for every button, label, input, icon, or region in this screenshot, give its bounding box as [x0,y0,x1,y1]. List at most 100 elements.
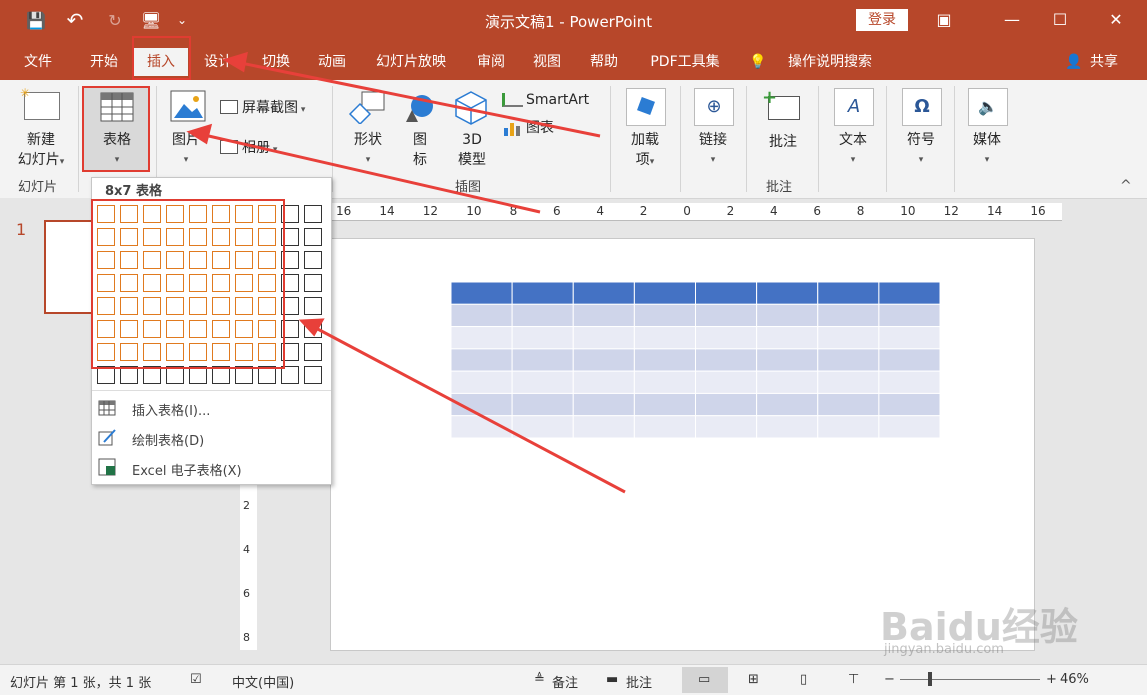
tab-view[interactable]: 视图 [524,48,570,76]
table-cell[interactable] [817,348,880,372]
zoom-in-icon[interactable]: + [1046,672,1057,687]
table-grid-cell[interactable] [304,297,322,315]
table-cell[interactable] [451,326,513,350]
table-header-cell[interactable] [756,282,819,305]
table-grid-cell[interactable] [304,251,322,269]
share-button[interactable]: 共享 [1086,48,1122,76]
table-cell[interactable] [695,303,758,328]
table-cell[interactable] [695,326,758,350]
comment-button[interactable]: 批注 [760,132,806,152]
table-grid-cell[interactable] [304,343,322,361]
table-cell[interactable] [817,326,880,350]
table-cell[interactable] [511,415,574,438]
tab-file[interactable]: 文件 [14,48,62,76]
notes-button[interactable]: 备注 [552,672,578,691]
shapes-button[interactable]: 形状 ▾ [346,130,390,170]
ribbon-display-icon[interactable]: ▣ [922,6,966,34]
table-cell[interactable] [572,348,635,372]
chart-button[interactable]: 图表 [526,118,554,138]
table-cell[interactable] [817,370,880,394]
table-cell[interactable] [511,370,574,394]
menu-excel-spreadsheet[interactable]: Excel 电子表格(X) [132,460,242,479]
slide-table[interactable] [451,282,940,438]
menu-draw-table[interactable]: 绘制表格(D) [132,430,204,449]
images-button[interactable]: 图片 ▾ [166,130,206,170]
zoom-level[interactable]: 46% [1060,672,1089,687]
undo-icon[interactable]: ↶ [60,8,90,32]
table-cell[interactable] [756,392,819,417]
tell-me-search[interactable]: 操作说明搜索 [780,48,880,76]
screenshot-button[interactable]: 屏幕截图 ▾ [242,98,305,120]
zoom-slider[interactable] [900,679,1040,680]
table-cell[interactable] [511,392,574,417]
table-cell[interactable] [878,303,940,328]
table-grid-cell[interactable] [304,274,322,292]
table-header-cell[interactable] [817,282,880,305]
tab-help[interactable]: 帮助 [580,48,628,76]
tab-design[interactable]: 设计 [194,48,242,76]
table-header-cell[interactable] [695,282,758,305]
table-cell[interactable] [756,415,819,438]
table-cell[interactable] [878,370,940,394]
present-icon[interactable]: 🖥 [138,8,164,32]
table-cell[interactable] [572,326,635,350]
symbol-button[interactable]: 符号 ▾ [898,130,944,170]
table-cell[interactable] [572,415,635,438]
table-cell[interactable] [572,370,635,394]
table-cell[interactable] [633,415,696,438]
table-grid-cell[interactable] [304,228,322,246]
table-cell[interactable] [451,370,513,394]
table-cell[interactable] [878,415,940,438]
slide-sorter-icon[interactable]: ⊞ [748,672,759,687]
zoom-thumb[interactable] [928,672,932,686]
login-button[interactable]: 登录 [856,9,908,31]
tab-home[interactable]: 开始 [80,48,128,76]
table-header-cell[interactable] [451,282,513,305]
table-cell[interactable] [633,348,696,372]
table-cell[interactable] [633,303,696,328]
table-cell[interactable] [878,326,940,350]
table-cell[interactable] [633,392,696,417]
table-cell[interactable] [572,392,635,417]
table-cell[interactable] [511,303,574,328]
table-cell[interactable] [511,348,574,372]
reading-view-icon[interactable]: ▯ [800,672,807,687]
tell-me-icon[interactable]: 💡 [748,48,768,76]
table-header-cell[interactable] [878,282,940,305]
share-icon[interactable]: 👤 [1064,48,1084,76]
table-cell[interactable] [695,392,758,417]
maximize-button[interactable]: ☐ [1038,6,1082,34]
table-cell[interactable] [756,303,819,328]
addins-button[interactable]: 加载 项▾ [620,130,670,172]
table-cell[interactable] [451,392,513,417]
table-cell[interactable] [756,326,819,350]
language[interactable]: 中文(中国) [232,672,294,691]
table-cell[interactable] [756,370,819,394]
tab-review[interactable]: 审阅 [468,48,514,76]
minimize-button[interactable]: — [990,6,1034,34]
smartart-button[interactable]: SmartArt [526,90,589,110]
table-cell[interactable] [817,303,880,328]
new-slide-button[interactable]: 新建 幻灯片▾ [8,130,74,172]
icons-button[interactable]: 图 标 [404,130,436,170]
table-cell[interactable] [695,348,758,372]
table-cell[interactable] [695,370,758,394]
album-button[interactable]: 相册 ▾ [242,138,277,160]
table-header-cell[interactable] [633,282,696,305]
save-icon[interactable]: 💾 [24,8,48,32]
redo-icon[interactable]: ↻ [104,8,126,32]
table-cell[interactable] [451,303,513,328]
table-cell[interactable] [633,370,696,394]
tab-pdf-tools[interactable]: PDF工具集 [640,48,730,76]
table-cell[interactable] [451,415,513,438]
table-cell[interactable] [878,348,940,372]
table-cell[interactable] [817,415,880,438]
media-button[interactable]: 媒体 ▾ [964,130,1010,170]
table-cell[interactable] [695,415,758,438]
table-cell[interactable] [572,303,635,328]
collapse-ribbon-icon[interactable]: ^ [1120,178,1136,194]
slideshow-view-icon[interactable]: ⊤ [848,672,859,687]
comments-button[interactable]: 批注 [626,672,652,691]
accessibility-icon[interactable]: ☑ [190,672,202,687]
table-grid-cell[interactable] [304,205,322,223]
